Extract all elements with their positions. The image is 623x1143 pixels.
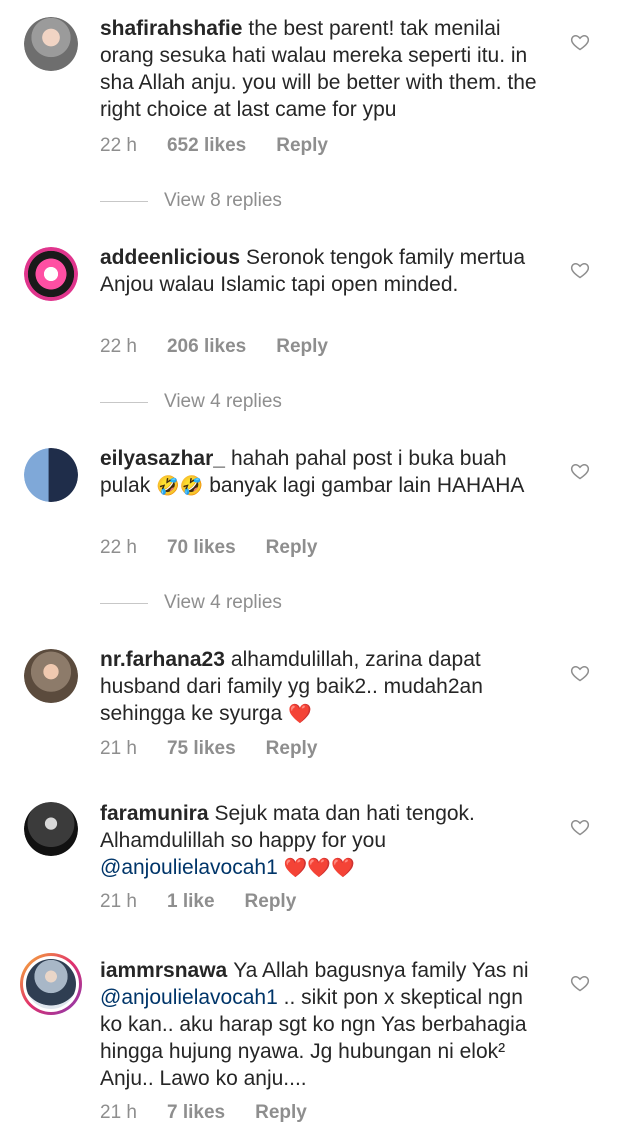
mention-link[interactable]: @anjoulielavocah1 [100,856,278,879]
comment-likes[interactable]: 1 like [167,891,215,913]
comment-body: Ya Allah bagusnya family Yas ni [233,959,529,982]
comment-meta: 21 h 7 likes Reply [100,1100,307,1126]
comment-text: eilyasazhar_ hahah pahal post i buka buah… [100,445,550,500]
comment-text: faramunira Sejuk mata dan hati tengok. Al… [100,800,550,882]
comment-text: nr.farhana23 alhamdulillah, zarina dapat … [100,646,550,728]
divider-line [100,602,148,604]
comment-likes[interactable]: 7 likes [167,1102,225,1124]
view-replies-button[interactable]: View 4 replies [100,590,282,616]
comment-time: 21 h [100,891,137,912]
like-heart-icon[interactable] [570,663,590,683]
comment-meta: 22 h 70 likes Reply [100,535,317,561]
avatar[interactable] [24,17,78,71]
comment-time: 22 h [100,336,137,357]
reply-button[interactable]: Reply [255,1102,307,1124]
comment-likes[interactable]: 75 likes [167,738,236,760]
comment-username[interactable]: faramunira [100,802,209,825]
comment-text: shafirahshafie the best parent! tak menil… [100,15,550,123]
like-heart-icon[interactable] [570,32,590,52]
comment-meta: 22 h 652 likes Reply [100,133,328,159]
view-replies-button[interactable]: View 8 replies [100,188,282,214]
comment-username[interactable]: addeenlicious [100,246,240,269]
comment-time: 22 h [100,135,137,156]
like-heart-icon[interactable] [570,461,590,481]
comment-meta: 21 h 1 like Reply [100,889,296,915]
like-heart-icon[interactable] [570,817,590,837]
comment-username[interactable]: eilyasazhar_ [100,447,225,470]
avatar[interactable] [24,448,78,502]
laughing-emoji: 🤣🤣 [156,476,204,497]
reply-button[interactable]: Reply [276,336,328,358]
mention-link[interactable]: @anjoulielavocah1 [100,986,278,1009]
reply-button[interactable]: Reply [276,135,328,157]
comment-text: iammrsnawa Ya Allah bagusnya family Yas n… [100,957,550,1092]
view-replies-label: View 8 replies [164,190,282,211]
comment-meta: 21 h 75 likes Reply [100,736,317,762]
avatar[interactable] [24,649,78,703]
view-replies-button[interactable]: View 4 replies [100,389,282,415]
heart-emoji: ❤️ [287,704,312,725]
comment-likes[interactable]: 652 likes [167,135,246,157]
divider-line [100,200,148,202]
comment-meta: 22 h 206 likes Reply [100,334,328,360]
comment-time: 21 h [100,1102,137,1123]
avatar[interactable] [24,802,78,856]
comment-username[interactable]: shafirahshafie [100,17,242,40]
comment-username[interactable]: iammrsnawa [100,959,227,982]
comment-time: 22 h [100,537,137,558]
comment-likes[interactable]: 70 likes [167,537,236,559]
avatar[interactable] [20,953,82,1015]
reply-button[interactable]: Reply [266,537,318,559]
reply-button[interactable]: Reply [266,738,318,760]
avatar[interactable] [24,247,78,301]
view-replies-label: View 4 replies [164,391,282,412]
hearts-emoji: ❤️❤️❤️ [283,858,355,879]
comment-body-continued: banyak lagi gambar lain HAHAHA [209,474,525,497]
comment-time: 21 h [100,738,137,759]
like-heart-icon[interactable] [570,973,590,993]
divider-line [100,401,148,403]
view-replies-label: View 4 replies [164,592,282,613]
comment-likes[interactable]: 206 likes [167,336,246,358]
comment-text: addeenlicious Seronok tengok family mertu… [100,244,550,298]
like-heart-icon[interactable] [570,260,590,280]
reply-button[interactable]: Reply [245,891,297,913]
comment-username[interactable]: nr.farhana23 [100,648,225,671]
